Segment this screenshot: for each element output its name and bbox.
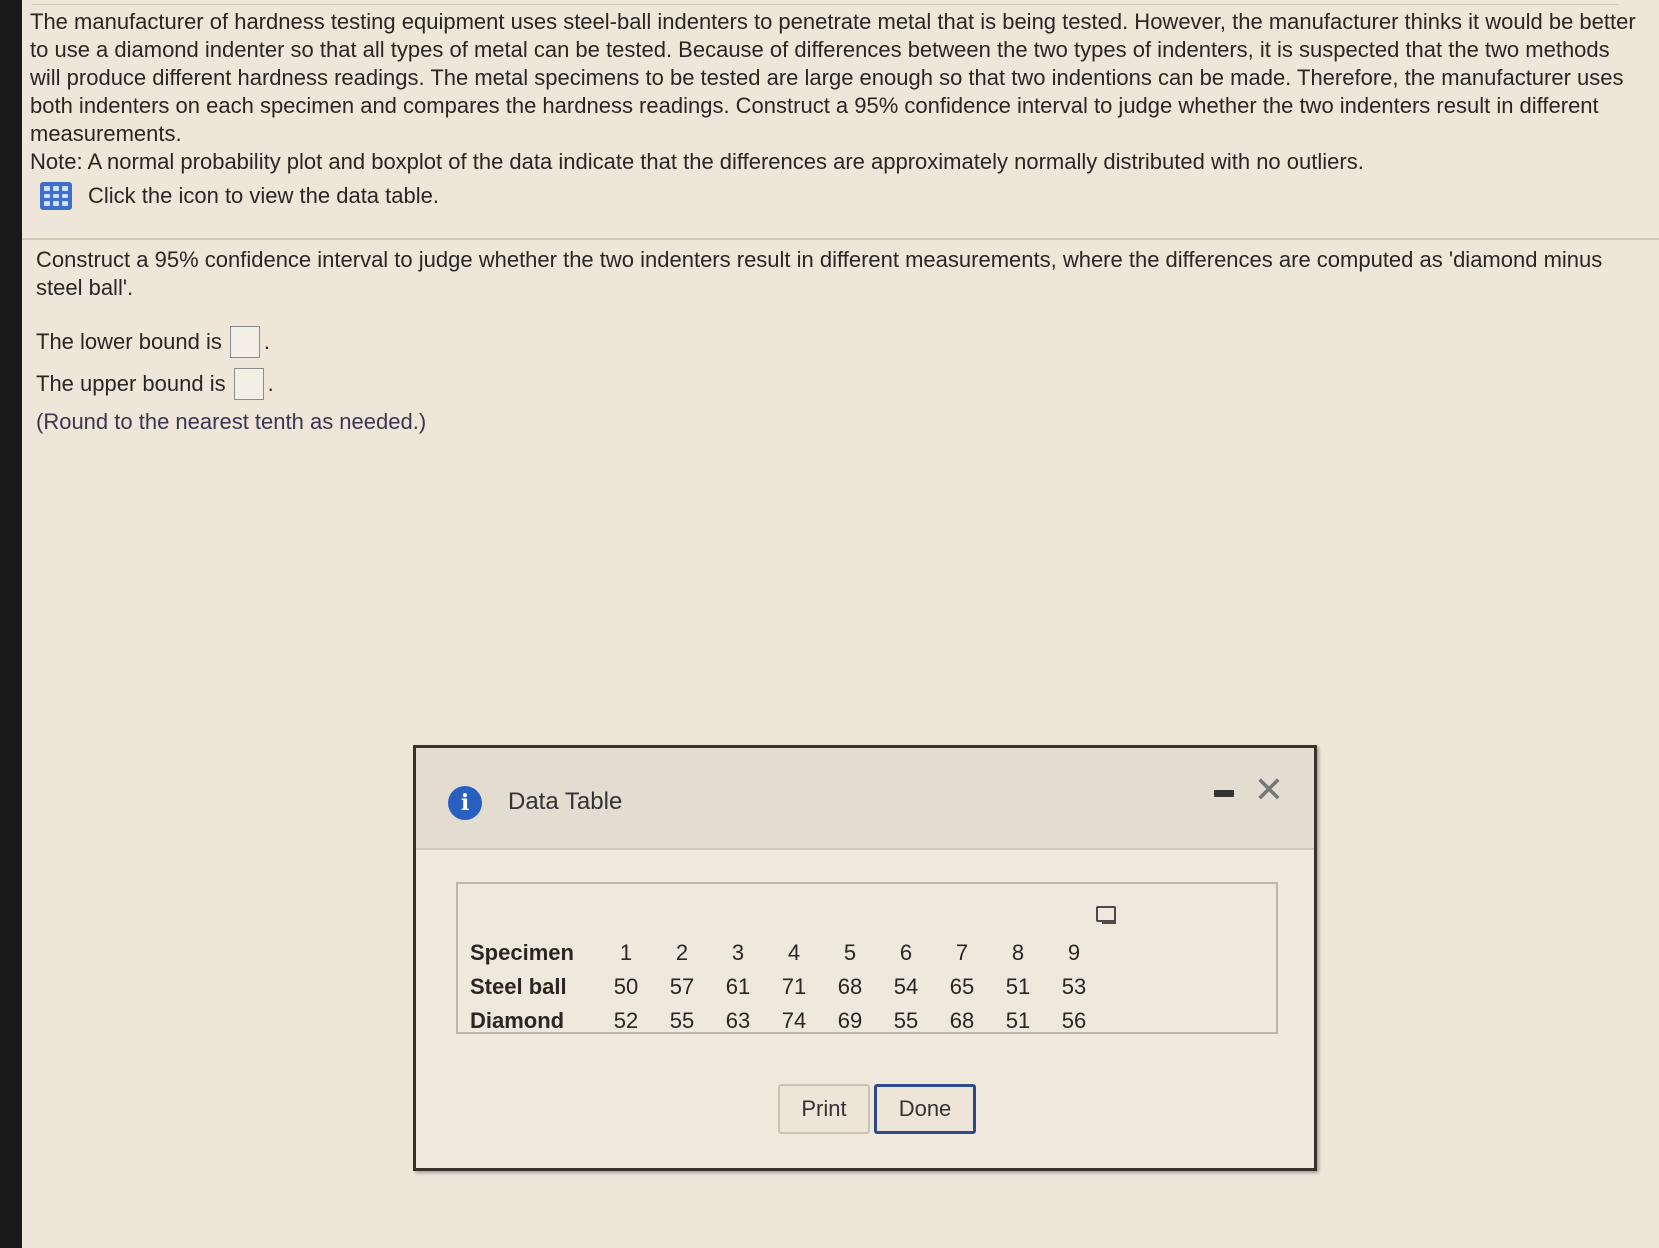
question-note: Note: A normal probability plot and boxp… <box>30 149 1364 174</box>
section-divider <box>22 238 1659 240</box>
upper-bound-row: The upper bound is . <box>36 368 1636 400</box>
table-cell: 8 <box>1011 940 1025 965</box>
lower-bound-label: The lower bound is <box>36 329 222 354</box>
lower-bound-row: The lower bound is . <box>36 326 1636 358</box>
done-button[interactable]: Done <box>874 1084 976 1134</box>
grid-icon[interactable] <box>40 182 72 210</box>
row-label: Steel ball <box>470 974 567 999</box>
answer-section: Construct a 95% confidence interval to j… <box>36 246 1636 436</box>
table-row: Steel ball 50 57 61 71 68 54 65 51 53 <box>470 970 1102 1004</box>
print-button[interactable]: Print <box>778 1084 870 1134</box>
table-cell: 5 <box>843 940 857 965</box>
table-cell: 2 <box>675 940 689 965</box>
lower-bound-period: . <box>263 329 271 354</box>
lower-bound-input[interactable] <box>229 326 260 358</box>
table-cell: 3 <box>731 940 745 965</box>
table-cell: 9 <box>1067 940 1081 965</box>
table-cell: 7 <box>955 940 969 965</box>
table-cell: 74 <box>781 1008 807 1033</box>
table-cell: 61 <box>725 974 751 999</box>
table-cell: 69 <box>837 1008 863 1033</box>
top-divider <box>32 4 1619 5</box>
info-icon: i <box>448 786 482 820</box>
upper-bound-input[interactable] <box>233 368 264 400</box>
table-cell: 68 <box>949 1008 975 1033</box>
view-data-table-link[interactable]: Click the icon to view the data table. <box>30 182 1640 210</box>
table-cell: 54 <box>893 974 919 999</box>
view-data-table-label[interactable]: Click the icon to view the data table. <box>88 182 439 210</box>
table-cell: 6 <box>899 940 913 965</box>
rounding-note: (Round to the nearest tenth as needed.) <box>36 409 427 434</box>
row-label: Specimen <box>470 940 574 965</box>
dialog-header: i Data Table ✕ <box>416 748 1314 850</box>
upper-bound-label: The upper bound is <box>36 371 226 396</box>
data-table: Specimen 1 2 3 4 5 6 7 8 9 Steel ball 50 57 61 71 68 54 6… <box>470 936 1102 1038</box>
table-cell: 50 <box>613 974 639 999</box>
screen-bezel <box>0 0 22 1248</box>
table-cell: 55 <box>669 1008 695 1033</box>
table-cell: 56 <box>1061 1008 1087 1033</box>
table-cell: 51 <box>1005 974 1031 999</box>
upper-bound-period: . <box>267 371 274 396</box>
data-table-dialog: i Data Table ✕ Specimen 1 2 3 4 5 6 7 8 9 Steel ba… <box>413 745 1317 1171</box>
minimize-icon[interactable] <box>1214 790 1234 797</box>
table-cell: 71 <box>781 974 807 999</box>
table-cell: 1 <box>619 940 633 965</box>
close-icon[interactable]: ✕ <box>1254 770 1284 811</box>
question-block: The manufacturer of hardness testing equ… <box>30 8 1640 210</box>
table-cell: 57 <box>669 974 695 999</box>
table-cell: 55 <box>893 1008 919 1033</box>
table-cell: 51 <box>1005 1008 1031 1033</box>
table-cell: 63 <box>725 1008 751 1033</box>
table-cell: 68 <box>837 974 863 999</box>
table-cell: 52 <box>613 1008 639 1033</box>
table-cell: 65 <box>949 974 975 999</box>
part-prompt: Construct a 95% confidence interval to j… <box>36 247 1603 300</box>
row-label: Diamond <box>470 1008 565 1033</box>
table-row: Diamond 52 55 63 74 69 55 68 51 56 <box>470 1004 1102 1038</box>
question-text: The manufacturer of hardness testing equ… <box>30 9 1636 146</box>
table-row: Specimen 1 2 3 4 5 6 7 8 9 <box>470 936 1102 970</box>
table-cell: 4 <box>787 940 801 965</box>
copy-icon[interactable] <box>1096 906 1116 924</box>
data-table-panel: Specimen 1 2 3 4 5 6 7 8 9 Steel ball 50 57 61 71 68 54 6… <box>456 882 1278 1034</box>
table-cell: 53 <box>1061 974 1087 999</box>
dialog-title: Data Table <box>508 788 623 815</box>
